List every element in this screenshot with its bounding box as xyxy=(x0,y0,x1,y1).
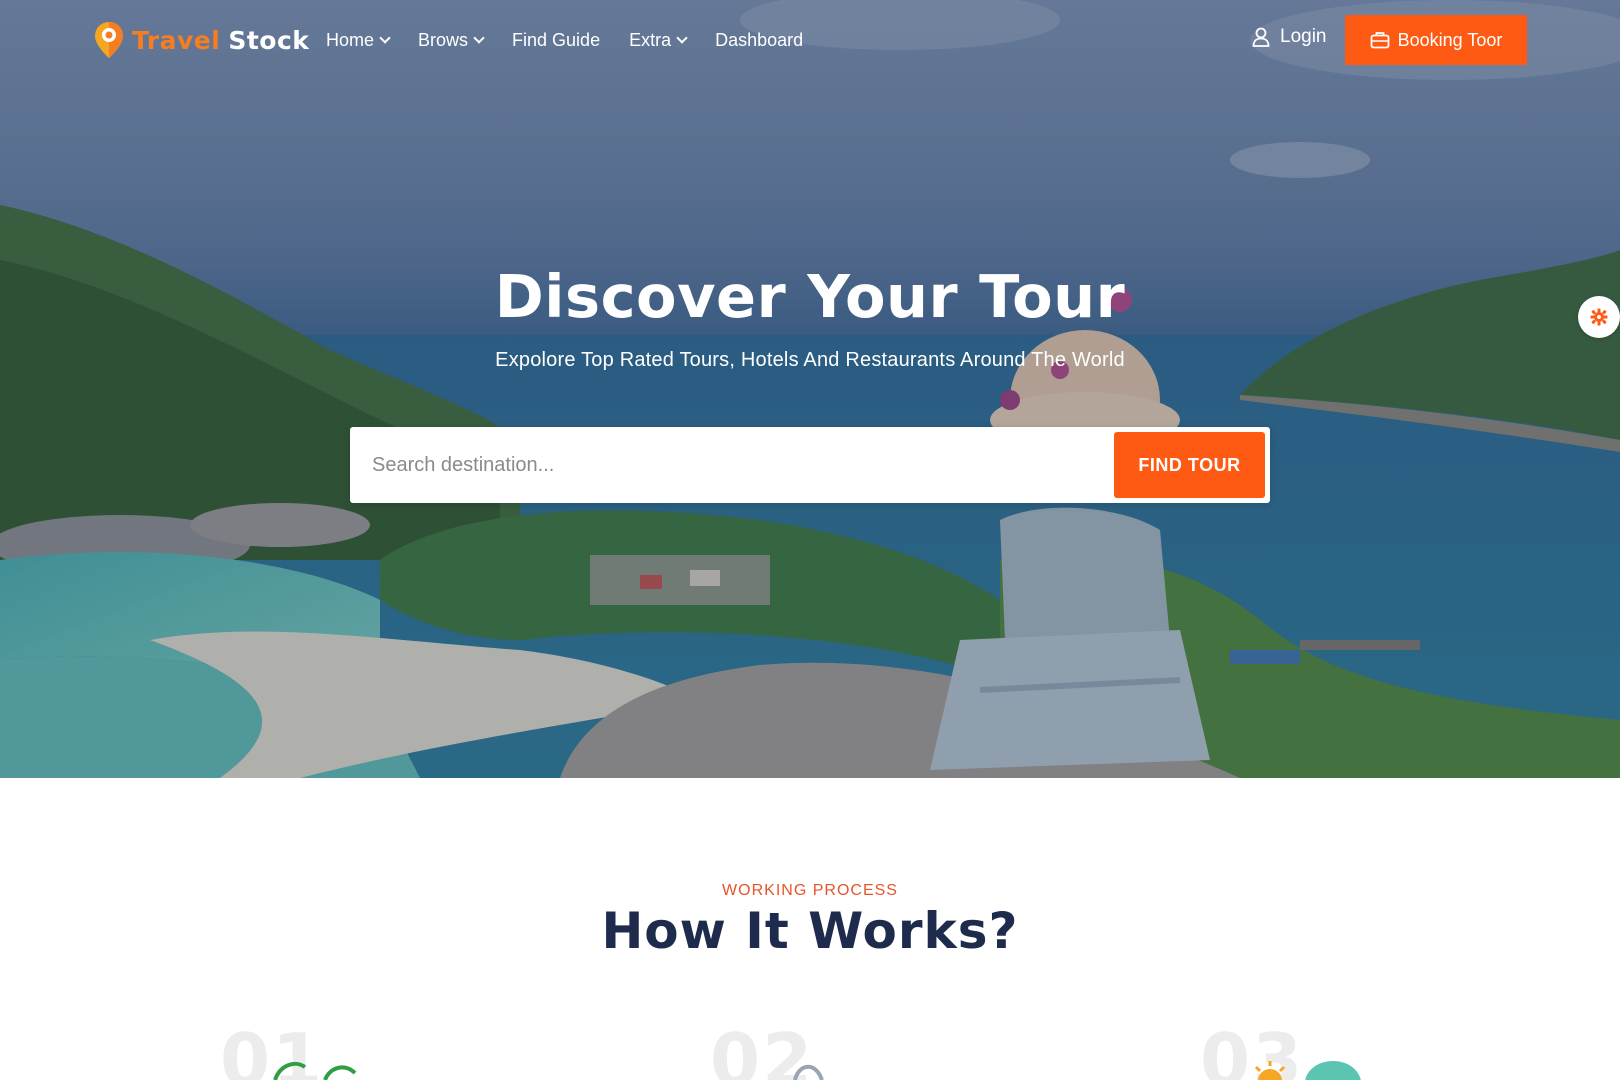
login-link[interactable]: Login xyxy=(1252,26,1327,48)
search-destination-input[interactable] xyxy=(372,445,1112,485)
hero-overlay xyxy=(0,0,1620,778)
user-icon xyxy=(1252,27,1270,47)
chevron-down-icon xyxy=(676,32,688,44)
nav-item-brows[interactable]: Brows xyxy=(418,29,485,51)
chevron-down-icon xyxy=(473,32,485,44)
nav-item-find-guide[interactable]: Find Guide xyxy=(512,30,600,51)
step-1-icon xyxy=(273,1061,357,1080)
nav-item-label: Dashboard xyxy=(715,29,804,50)
brand-name-stock: Stock xyxy=(228,25,310,55)
hero-section: Travel Stock Home Brows Find Guide Extra… xyxy=(0,0,1620,778)
section-eyebrow: WORKING PROCESS xyxy=(722,882,898,899)
step-2-icon xyxy=(793,1064,824,1080)
booking-tour-label: Booking Toor xyxy=(1397,29,1503,50)
step-3-icon xyxy=(1254,1061,1361,1080)
nav-item-label: Home xyxy=(326,29,375,50)
map-pin-icon xyxy=(95,22,123,58)
search-bar: FIND TOUR xyxy=(350,427,1270,503)
booking-tour-button[interactable]: Booking Toor xyxy=(1345,15,1527,65)
find-tour-button[interactable]: FIND TOUR xyxy=(1114,432,1265,498)
main-menu: Home Brows Find Guide Extra Dashboard xyxy=(326,26,832,54)
chevron-down-icon xyxy=(379,32,391,44)
nav-item-label: Find Guide xyxy=(512,29,601,50)
nav-item-label: Brows xyxy=(418,29,469,50)
login-label: Login xyxy=(1280,26,1327,47)
nav-item-label: Extra xyxy=(629,29,672,50)
settings-toggle[interactable] xyxy=(1578,296,1620,338)
hero-title: Discover Your Tour xyxy=(494,262,1126,331)
hero-subtitle: Expolore Top Rated Tours, Hotels And Res… xyxy=(495,349,1125,371)
nav-item-dashboard[interactable]: Dashboard xyxy=(715,30,803,51)
brand-name-travel: Travel xyxy=(132,25,221,55)
gear-icon xyxy=(1590,308,1608,326)
briefcase-icon xyxy=(1370,32,1390,49)
nav-item-extra[interactable]: Extra xyxy=(629,29,688,51)
nav-item-home[interactable]: Home xyxy=(326,29,391,51)
top-navbar: Travel Stock Home Brows Find Guide Extra… xyxy=(0,0,1620,80)
section-title: How It Works? xyxy=(601,902,1019,960)
brand-logo[interactable]: Travel Stock xyxy=(92,20,309,60)
